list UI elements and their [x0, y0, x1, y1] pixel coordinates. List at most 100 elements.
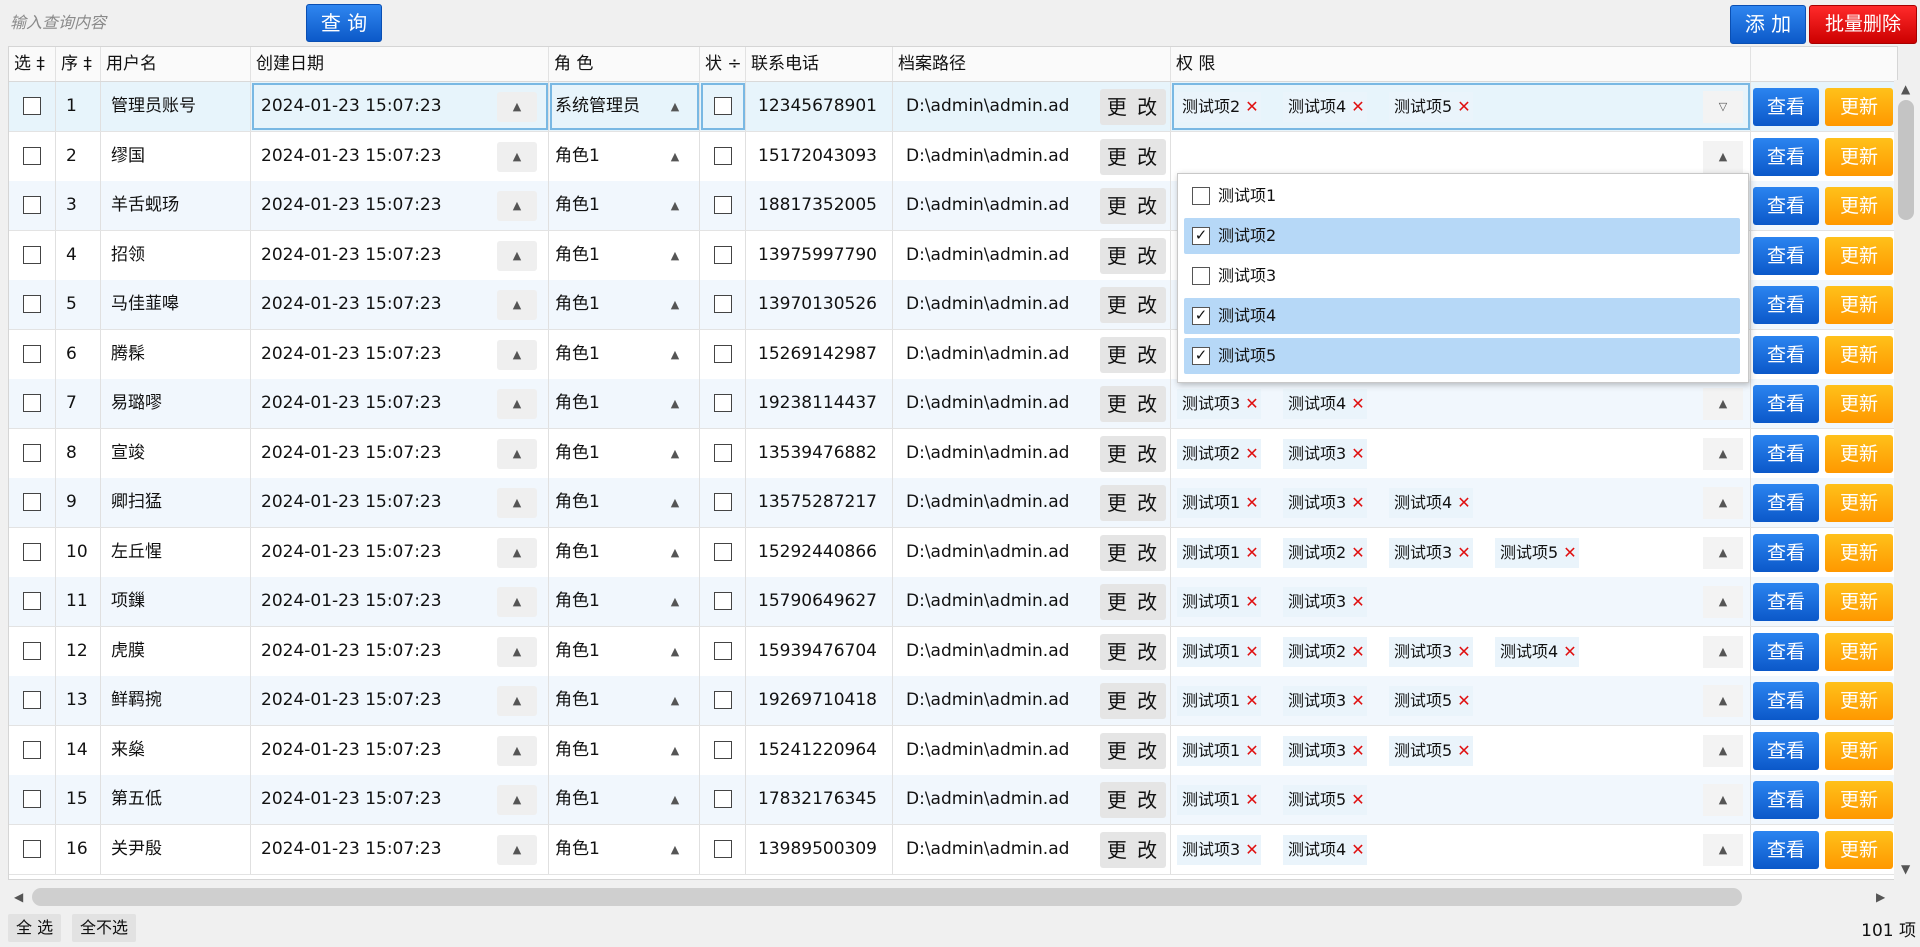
row-file-path[interactable]: D:\admin\admin.ad [906, 577, 1069, 626]
triangle-up-icon[interactable]: ▲ [1703, 140, 1743, 173]
row-role-cell[interactable]: 角色1 ▲ [549, 329, 700, 379]
view-button[interactable]: 查看 [1753, 286, 1819, 324]
row-role-cell[interactable]: 角色1 ▲ [549, 280, 700, 329]
role-dropdown-icon[interactable]: ▲ [655, 241, 695, 271]
table-row[interactable]: 9 卿扫猛 2024-01-23 15:07:23 ▲ 角色1 ▲ 13575287217 D… [9, 478, 1897, 528]
view-button[interactable]: 查看 [1753, 781, 1819, 819]
header-permissions[interactable]: 权 限 [1171, 47, 1751, 81]
row-phone[interactable]: 13539476882 [746, 428, 893, 478]
close-x-icon[interactable]: ✕ [1351, 840, 1364, 859]
role-dropdown-icon[interactable]: ▲ [655, 835, 695, 865]
close-x-icon[interactable]: ✕ [1457, 741, 1470, 760]
triangle-up-icon[interactable]: ▲ [1703, 784, 1743, 816]
row-status-checkbox[interactable] [714, 394, 732, 412]
row-phone[interactable]: 15241220964 [746, 725, 893, 775]
row-date-cell[interactable]: 2024-01-23 15:07:23 ▲ [251, 131, 549, 181]
row-file-path[interactable]: D:\admin\admin.ad [906, 528, 1069, 577]
view-button[interactable]: 查看 [1753, 731, 1819, 770]
select-none-button[interactable]: 全不选 [72, 914, 137, 942]
row-file-path[interactable]: D:\admin\admin.ad [906, 82, 1069, 131]
row-role-cell[interactable]: 角色1 ▲ [549, 824, 700, 874]
date-picker-icon[interactable]: ▲ [497, 636, 537, 667]
row-date-cell[interactable]: 2024-01-23 15:07:23 ▲ [251, 428, 549, 478]
close-x-icon[interactable]: ✕ [1351, 444, 1364, 463]
row-permissions-cell[interactable]: 测试项1 ✕ 测试项5 ✕ ▲ [1171, 775, 1751, 824]
scroll-down-icon[interactable]: ▼ [1901, 862, 1910, 876]
row-file-path[interactable]: D:\admin\admin.ad [906, 825, 1069, 874]
date-picker-icon[interactable]: ▲ [497, 488, 537, 518]
triangle-up-icon[interactable]: ▲ [1703, 536, 1743, 569]
update-button[interactable]: 更新 [1825, 335, 1893, 374]
row-select-checkbox[interactable] [23, 839, 41, 858]
row-role-cell[interactable]: 角色1 ▲ [549, 725, 700, 775]
close-x-icon[interactable]: ✕ [1351, 592, 1364, 611]
close-x-icon[interactable]: ✕ [1245, 691, 1258, 710]
change-path-button[interactable]: 更 改 [1100, 386, 1166, 422]
update-button[interactable]: 更新 [1825, 830, 1893, 869]
role-dropdown-icon[interactable]: ▲ [655, 637, 695, 667]
row-phone[interactable]: 15292440866 [746, 527, 893, 577]
role-dropdown-icon[interactable]: ▲ [655, 488, 695, 518]
change-path-button[interactable]: 更 改 [1100, 287, 1166, 323]
row-permissions-cell[interactable]: 测试项1 ✕ 测试项3 ✕ ▲ [1171, 577, 1751, 626]
role-dropdown-icon[interactable]: ▲ [655, 538, 695, 568]
row-status-checkbox[interactable] [714, 790, 732, 808]
view-button[interactable]: 查看 [1753, 335, 1819, 374]
triangle-up-icon[interactable]: ▲ [1703, 487, 1743, 519]
view-button[interactable]: 查看 [1753, 434, 1819, 473]
table-row[interactable]: 7 易璐嘐 2024-01-23 15:07:23 ▲ 角色1 ▲ 19238114437 D… [9, 379, 1897, 429]
row-role-cell[interactable]: 角色1 ▲ [549, 676, 700, 725]
row-select-checkbox[interactable] [23, 542, 41, 561]
row-username[interactable]: 马佳韮嗥 [101, 280, 251, 329]
view-button[interactable]: 查看 [1753, 187, 1819, 225]
row-select-checkbox[interactable] [23, 592, 41, 610]
date-picker-icon[interactable]: ▲ [497, 389, 537, 419]
row-phone[interactable]: 13989500309 [746, 824, 893, 874]
row-date-cell[interactable]: 2024-01-23 15:07:23 ▲ [251, 329, 549, 379]
header-phone[interactable]: 联系电话 [746, 47, 893, 81]
table-row[interactable]: 14 来燊 2024-01-23 15:07:23 ▲ 角色1 ▲ 15241220964 D… [9, 725, 1897, 776]
header-file-path[interactable]: 档案路径 [893, 47, 1171, 81]
row-phone[interactable]: 15269142987 [746, 329, 893, 379]
view-button[interactable]: 查看 [1753, 830, 1819, 869]
close-x-icon[interactable]: ✕ [1351, 642, 1364, 661]
row-role-cell[interactable]: 角色1 ▲ [549, 428, 700, 478]
row-date-cell[interactable]: 2024-01-23 15:07:23 ▲ [251, 181, 549, 230]
table-row[interactable]: 12 虎膜 2024-01-23 15:07:23 ▲ 角色1 ▲ 15939476704 D… [9, 626, 1897, 677]
role-dropdown-icon[interactable]: ▲ [655, 142, 695, 172]
row-status-checkbox[interactable] [714, 493, 732, 511]
update-button[interactable]: 更新 [1825, 286, 1893, 324]
change-path-button[interactable]: 更 改 [1100, 831, 1166, 868]
row-role-cell[interactable]: 角色1 ▲ [549, 527, 700, 577]
triangle-down-icon[interactable]: ▽ [1703, 91, 1743, 123]
row-date-cell[interactable]: 2024-01-23 15:07:23 ▲ [251, 626, 549, 676]
triangle-up-icon[interactable]: ▲ [1703, 685, 1743, 717]
view-button[interactable]: 查看 [1753, 484, 1819, 522]
date-picker-icon[interactable]: ▲ [497, 290, 537, 320]
row-phone[interactable]: 13970130526 [746, 280, 893, 329]
change-path-button[interactable]: 更 改 [1100, 633, 1166, 670]
triangle-up-icon[interactable]: ▲ [1703, 388, 1743, 420]
row-select-checkbox[interactable] [23, 196, 41, 214]
row-phone[interactable]: 19269710418 [746, 676, 893, 725]
row-status-checkbox[interactable] [714, 691, 732, 709]
row-file-path[interactable]: D:\admin\admin.ad [906, 379, 1069, 428]
row-select-checkbox[interactable] [23, 790, 41, 808]
row-username[interactable]: 来燊 [101, 725, 251, 775]
close-x-icon[interactable]: ✕ [1457, 691, 1470, 710]
permission-option-checkbox[interactable] [1192, 187, 1210, 205]
permission-option-checkbox[interactable]: ✓ [1192, 227, 1210, 245]
permission-option[interactable]: ✓ 测试项5 [1184, 338, 1740, 374]
row-date-cell[interactable]: 2024-01-23 15:07:23 ▲ [251, 82, 549, 131]
row-file-path[interactable]: D:\admin\admin.ad [906, 429, 1069, 478]
row-username[interactable]: 羊舌蚬玚 [101, 181, 251, 230]
row-username[interactable]: 缪国 [101, 131, 251, 181]
role-dropdown-icon[interactable]: ▲ [655, 389, 695, 419]
row-permissions-cell[interactable]: 测试项2 ✕ 测试项4 ✕ 测试项5 ✕ ▽ [1171, 82, 1751, 131]
permission-option[interactable]: ✓ 测试项2 [1184, 218, 1740, 254]
row-date-cell[interactable]: 2024-01-23 15:07:23 ▲ [251, 824, 549, 874]
change-path-button[interactable]: 更 改 [1100, 732, 1166, 769]
date-picker-icon[interactable]: ▲ [497, 686, 537, 716]
row-date-cell[interactable]: 2024-01-23 15:07:23 ▲ [251, 676, 549, 725]
view-button[interactable]: 查看 [1753, 583, 1819, 621]
